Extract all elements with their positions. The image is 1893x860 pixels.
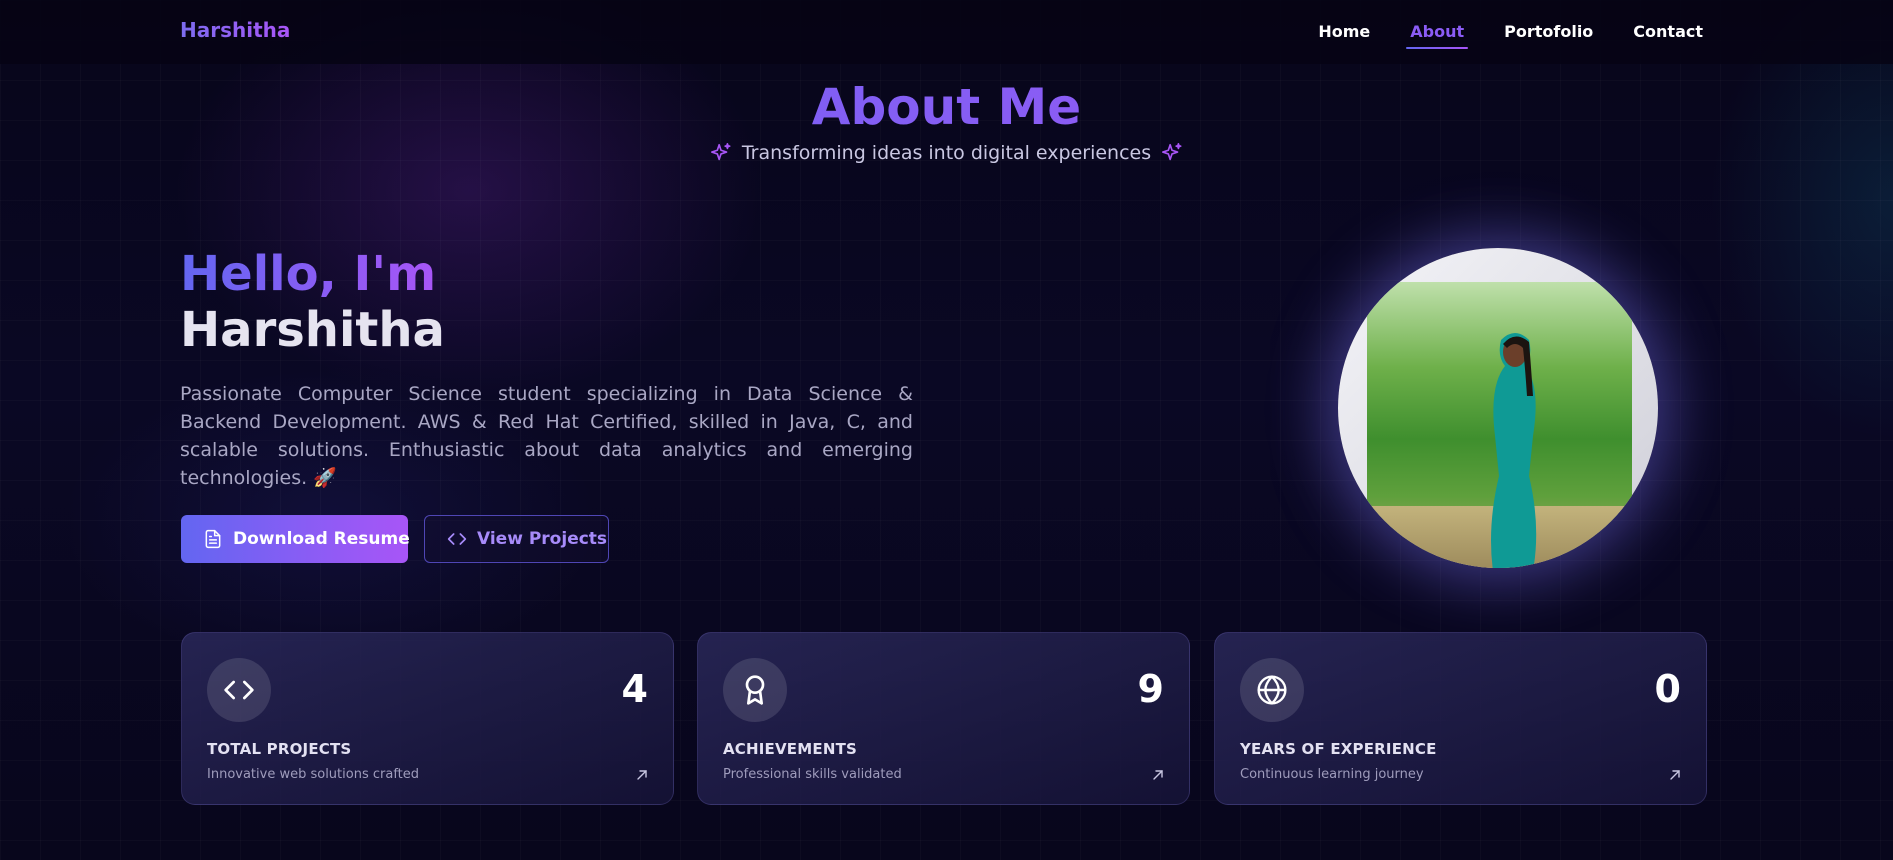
stat-description: Professional skills validated [723,767,902,782]
brand-logo[interactable]: Harshitha [180,18,290,42]
subtitle-text: Transforming ideas into digital experien… [741,142,1152,164]
file-text-icon [205,529,221,549]
page-subtitle: Transforming ideas into digital experien… [0,142,1893,164]
stat-card-projects[interactable]: 4 TOTAL PROJECTS Innovative web solution… [181,632,674,805]
stat-label: TOTAL PROJECTS [207,740,352,758]
arrow-up-right-icon [1153,770,1163,780]
navbar: Harshitha Home About Portofolio Contact [0,0,1893,64]
main-nav: Home About Portofolio Contact [1318,22,1703,49]
card-icon-wrapper [723,658,787,722]
sparkles-icon [1162,143,1182,161]
code-icon [447,533,467,545]
stat-value: 9 [1137,667,1164,711]
stat-label: ACHIEVEMENTS [723,740,858,758]
stat-card-achievements[interactable]: 9 ACHIEVEMENTS Professional skills valid… [697,632,1190,805]
stat-value: 0 [1654,667,1681,711]
stat-card-experience[interactable]: 0 YEARS OF EXPERIENCE Continuous learnin… [1214,632,1707,805]
globe-icon [1257,675,1287,705]
nav-link-contact[interactable]: Contact [1633,22,1703,41]
view-projects-label: View Projects [477,529,608,549]
page-title: About Me [0,78,1893,136]
stat-description: Innovative web solutions crafted [207,767,420,782]
profile-photo-image [1367,282,1632,568]
stat-label: YEARS OF EXPERIENCE [1240,740,1437,758]
download-resume-button[interactable]: Download Resume [181,515,410,563]
bio-text: Passionate Computer Science student spec… [180,383,913,489]
view-projects-button[interactable]: View Projects [424,515,609,563]
card-icon-wrapper [1240,658,1304,722]
download-resume-label: Download Resume [233,529,410,549]
card-icon-wrapper [207,658,271,722]
nav-link-about[interactable]: About [1406,22,1468,49]
arrow-up-right-icon [637,770,647,780]
award-icon [745,675,765,705]
name-heading: Harshitha [180,302,445,358]
nav-link-home[interactable]: Home [1318,22,1370,41]
greeting-heading: Hello, I'm [180,246,437,302]
arrow-up-right-icon [1670,770,1680,780]
nav-link-portfolio[interactable]: Portofolio [1504,22,1593,41]
sparkles-icon [710,143,731,161]
code-icon [224,680,254,700]
stat-value: 4 [621,667,648,711]
profile-photo [1338,248,1658,568]
person-figure [1491,333,1537,568]
stat-description: Continuous learning journey [1240,767,1424,782]
